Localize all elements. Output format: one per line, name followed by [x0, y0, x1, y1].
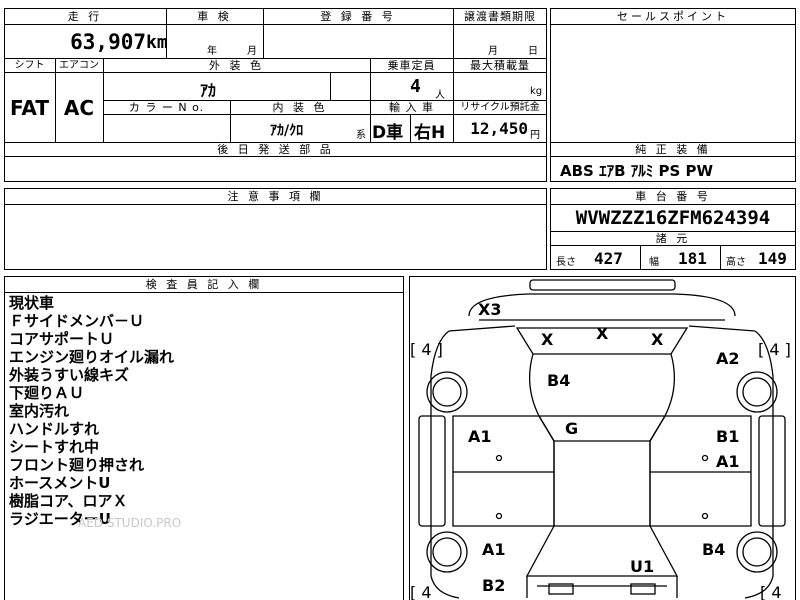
inspector-line: 外装うすい線キズ: [9, 366, 130, 384]
inspector-line: フロント廻り押され: [9, 456, 145, 474]
tire-left-front: [ 4 ]: [410, 340, 443, 359]
front-bumper-mark: X3: [478, 300, 502, 319]
inspector-line: Ｆサイドメンバ－Ｕ: [9, 312, 145, 330]
windshield-mark-center: X: [596, 324, 609, 343]
mileage-label: 走 行: [67, 10, 103, 23]
recycle-fee-value: 12,450: [470, 119, 528, 138]
transfer-day: 日: [528, 46, 538, 57]
aircon-label: エアコン: [59, 60, 99, 71]
inspector-line: 室内汚れ: [9, 402, 70, 420]
right-front-fender-mark-a1: A1: [716, 452, 740, 471]
tire-right-rear: [ 4: [760, 583, 782, 600]
interior-color-label: 内 装 色: [272, 101, 328, 114]
inspector-line: エンジン廻りオイル漏れ: [9, 348, 175, 366]
inspector-line: 樹脂コア、ロアＸ: [9, 492, 128, 510]
dimensions-label: 諸 元: [655, 232, 691, 245]
roof-mark: G: [565, 419, 579, 438]
trunk-mark: U1: [630, 557, 655, 576]
interior-color-value: ｱｶ/ｸﾛ: [270, 123, 304, 139]
inspector-line: コアサポートＵ: [9, 330, 115, 348]
registration-label: 登 録 番 号: [320, 10, 396, 23]
inspection-year: 年: [207, 46, 217, 57]
mileage-unit: km: [146, 32, 168, 53]
equipment-items: ABS ｴｱB ｱﾙﾐ PS PW: [560, 162, 714, 180]
hood-mark: B4: [547, 371, 571, 390]
recycle-fee-label: リサイクル預託金: [460, 102, 540, 113]
steering-value: 右H: [414, 123, 446, 143]
equipment-label: 純 正 装 備: [635, 143, 711, 156]
chassis-number: WVWZZZ16ZFM624394: [575, 207, 771, 229]
windshield-mark-right: X: [651, 330, 664, 349]
length-value: 427: [594, 249, 623, 268]
recycle-fee-unit: 円: [530, 130, 540, 141]
inspection-label: 車 検: [197, 10, 232, 23]
height-value: 149: [758, 249, 787, 268]
capacity-value: 4: [410, 76, 421, 97]
transfer-deadline-label: 譲渡書類期限: [464, 10, 536, 23]
interior-color-suffix: 系: [356, 130, 366, 141]
aircon-value: AC: [63, 96, 95, 120]
import-dealer-value: D車: [372, 123, 404, 143]
shift-label: シフト: [14, 60, 45, 71]
inspector-label: 検 査 員 記 入 欄: [145, 278, 263, 291]
tire-right-front: [ 4 ]: [758, 340, 791, 359]
left-rear-door-mark: A1: [482, 540, 506, 559]
max-load-label: 最大積載量: [470, 59, 530, 72]
right-front-corner-mark: A2: [716, 349, 740, 368]
selling-points-label: セールスポイント: [617, 10, 729, 23]
inspector-line: 下廻りＡＵ: [9, 384, 85, 402]
import-label: 輸 入 車: [389, 101, 434, 114]
left-rear-bottom-mark: B2: [482, 576, 506, 595]
capacity-unit: 人: [435, 90, 445, 101]
width-label: 幅: [649, 257, 659, 268]
mileage-value: 63,907: [70, 30, 146, 54]
inspector-notes: 現状車 Ｆサイドメンバ－Ｕ コアサポートＵ エンジン廻りオイル漏れ 外装うすい線…: [9, 294, 174, 528]
tire-left-rear: [ 4: [410, 583, 432, 600]
right-rear-quarter-mark: B4: [702, 540, 726, 559]
capacity-label: 乗車定員: [387, 59, 436, 72]
transfer-month: 月: [488, 46, 498, 57]
right-front-fender-mark-b1: B1: [716, 427, 740, 446]
notes-label: 注 意 事 項 欄: [227, 190, 324, 203]
shift-value: FAT: [10, 96, 49, 120]
inspector-line: シートすれ中: [9, 438, 100, 456]
chassis-label: 車 台 番 号: [635, 190, 711, 203]
width-value: 181: [678, 249, 707, 268]
color-number-label: カ ラ ー N o.: [128, 101, 205, 114]
watermark: AED STUDIO.PRO: [78, 516, 182, 530]
left-front-fender-mark: A1: [468, 427, 492, 446]
length-label: 長さ: [556, 257, 576, 268]
inspector-line: 現状車: [9, 294, 55, 312]
inspection-month: 月: [247, 46, 257, 57]
height-label: 高さ: [726, 257, 746, 268]
inspector-line: ハンドルすれ: [9, 420, 100, 438]
load-unit: kg: [530, 86, 543, 97]
later-parts-label: 後 日 発 送 部 品: [217, 143, 334, 156]
inspector-line: ホースメントU: [9, 474, 111, 492]
windshield-mark-left: X: [541, 330, 554, 349]
exterior-color-value: ｱｶ: [200, 81, 217, 100]
exterior-color-label: 外 装 色: [209, 59, 264, 72]
